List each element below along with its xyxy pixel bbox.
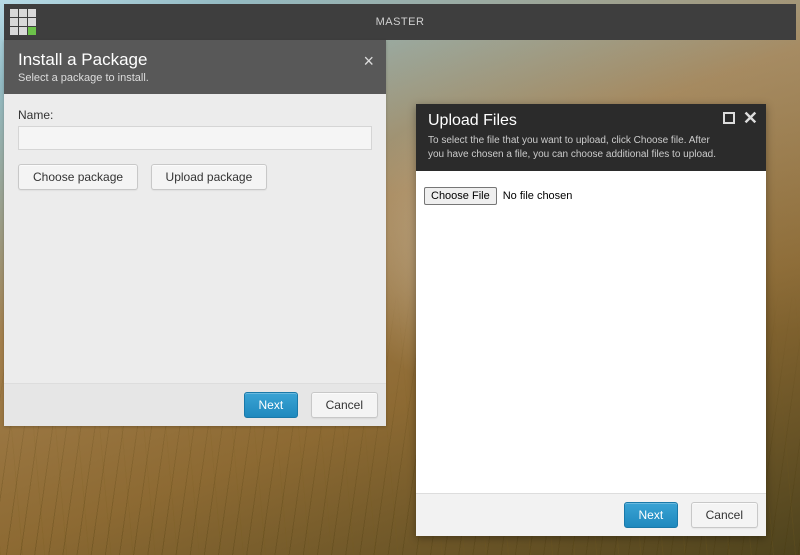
- package-name-input[interactable]: [18, 126, 372, 150]
- install-dialog-header: Install a Package Select a package to in…: [4, 40, 386, 94]
- install-package-dialog: Install a Package Select a package to in…: [4, 40, 386, 426]
- install-button-row: Choose package Upload package: [18, 164, 372, 190]
- install-cancel-button[interactable]: Cancel: [311, 392, 378, 418]
- upload-subtitle: To select the file that you want to uplo…: [428, 134, 718, 161]
- install-footer: Next Cancel: [4, 383, 386, 426]
- install-body: Name: Choose package Upload package: [4, 94, 386, 383]
- maximize-icon[interactable]: [723, 112, 735, 124]
- install-subtitle: Select a package to install.: [18, 72, 372, 84]
- upload-title: Upload Files: [428, 112, 754, 130]
- upload-header: Upload Files To select the file that you…: [416, 104, 766, 171]
- close-icon[interactable]: ✕: [743, 112, 758, 124]
- upload-files-dialog: Upload Files To select the file that you…: [416, 104, 766, 536]
- app-logo-icon[interactable]: [10, 9, 36, 35]
- upload-package-button[interactable]: Upload package: [151, 164, 268, 190]
- name-label: Name:: [18, 108, 372, 122]
- upload-cancel-button[interactable]: Cancel: [691, 502, 758, 528]
- window-controls: ✕: [723, 112, 758, 124]
- choose-package-button[interactable]: Choose package: [18, 164, 138, 190]
- close-icon[interactable]: ×: [363, 52, 374, 70]
- file-status-text: No file chosen: [503, 190, 573, 202]
- desktop-background: MASTER Install a Package Select a packag…: [0, 0, 800, 555]
- upload-footer: Next Cancel: [416, 493, 766, 536]
- install-next-button[interactable]: Next: [244, 392, 299, 418]
- top-bar: MASTER: [4, 4, 796, 40]
- upload-body: Choose File No file chosen: [416, 171, 766, 493]
- choose-file-button[interactable]: Choose File: [424, 187, 497, 205]
- topbar-title: MASTER: [376, 16, 425, 28]
- install-title: Install a Package: [18, 50, 372, 70]
- file-chooser-row: Choose File No file chosen: [424, 187, 758, 205]
- upload-next-button[interactable]: Next: [624, 502, 679, 528]
